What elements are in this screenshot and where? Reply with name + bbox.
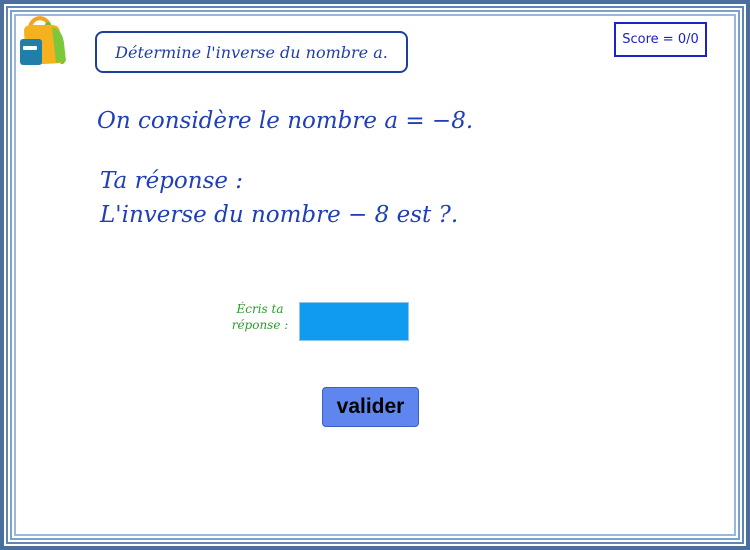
backpack-icon — [16, 13, 70, 69]
question-text: L'inverse du nombre − 8 est ?. — [100, 202, 459, 228]
page-frame — [0, 0, 750, 550]
score-display: Score = 0/0 — [614, 22, 707, 57]
answer-input-label-line1: Écris ta — [236, 302, 284, 316]
instruction-box: Détermine l'inverse du nombre a. — [95, 31, 408, 73]
answer-heading: Ta réponse : — [100, 168, 244, 194]
submit-button[interactable]: valider — [322, 387, 419, 427]
problem-statement: On considère le nombre a = −8. — [97, 108, 474, 134]
answer-input-label: Écris ta réponse : — [228, 301, 292, 333]
frame-line — [14, 14, 736, 536]
answer-input-label-line2: réponse : — [231, 318, 289, 332]
answer-input[interactable] — [299, 302, 409, 341]
